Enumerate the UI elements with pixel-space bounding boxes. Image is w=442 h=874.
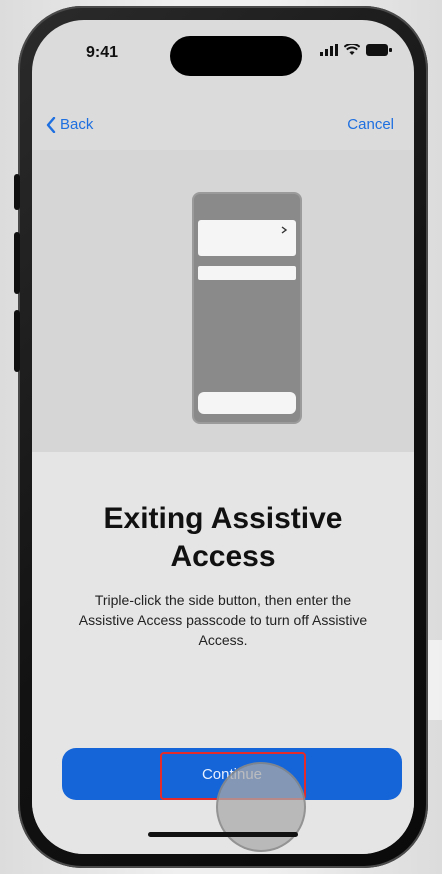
video-stage: 9:41 Back Cancel Exiting Assistive Acces… <box>0 0 442 874</box>
wifi-icon <box>344 44 360 55</box>
navigation-bar: Back Cancel <box>32 108 414 144</box>
home-indicator[interactable] <box>148 832 298 837</box>
side-key-action <box>14 174 20 210</box>
dynamic-island <box>170 36 302 76</box>
page-title: Exiting Assistive Access <box>52 500 394 576</box>
battery-icon <box>366 44 392 56</box>
cellular-signal-icon <box>320 44 338 56</box>
status-bar: 9:41 <box>32 20 414 84</box>
illustration-mark-icon <box>281 226 288 234</box>
phone-frame: 9:41 Back Cancel Exiting Assistive Acces… <box>14 6 428 868</box>
back-button[interactable]: Back <box>46 116 93 133</box>
side-key-volume-down <box>14 310 20 372</box>
page-title-line-1: Exiting Assistive <box>103 502 343 535</box>
phone-illustration <box>192 192 302 424</box>
page-title-line-2: Access <box>170 540 276 573</box>
illustration-bar <box>198 266 296 280</box>
back-label: Back <box>60 116 94 133</box>
cancel-button[interactable]: Cancel <box>347 116 394 133</box>
illustration-header-card <box>198 220 296 256</box>
illustration-footer-card <box>198 392 296 414</box>
phone-screen: 9:41 Back Cancel Exiting Assistive Acces… <box>32 20 414 854</box>
touch-indicator <box>216 762 306 852</box>
side-key-volume-up <box>14 232 20 294</box>
chevron-left-icon <box>46 116 56 133</box>
page-description: Triple-click the side button, then enter… <box>78 592 368 648</box>
status-time: 9:41 <box>86 44 119 61</box>
content-panel: Exiting Assistive Access Triple-click th… <box>32 452 414 854</box>
status-icons <box>320 44 392 56</box>
